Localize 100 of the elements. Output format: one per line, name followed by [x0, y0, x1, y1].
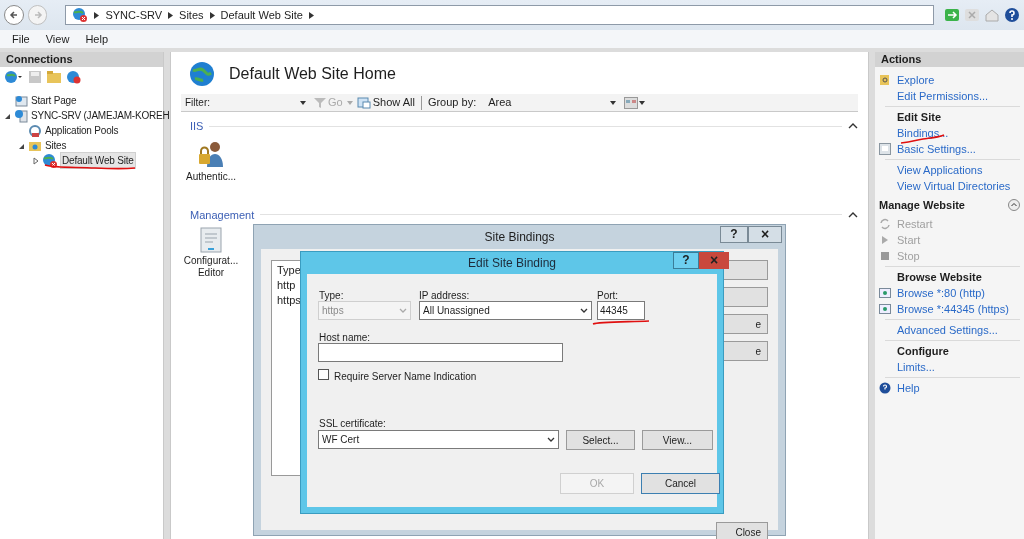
settings-window-icon — [879, 143, 891, 155]
dropdown-chevron-icon — [580, 308, 588, 313]
help-icon[interactable] — [1004, 7, 1020, 23]
group-by-label: Group by: — [427, 95, 477, 111]
browser-window-icon — [879, 303, 891, 315]
folder-icon[interactable] — [46, 70, 62, 84]
action-link[interactable]: View Virtual Directories — [897, 177, 1011, 195]
section-heading: Browse Website — [897, 269, 982, 285]
ssl-certificate-dropdown[interactable]: WF Cert — [318, 430, 559, 449]
dropdown-value: Area — [488, 95, 512, 111]
close-button[interactable]: × — [748, 226, 782, 243]
cancel-button[interactable]: Cancel — [641, 473, 720, 494]
funnel-icon — [314, 97, 326, 108]
dropdown-chevron-icon — [547, 437, 555, 442]
dropdown-arrow-icon — [610, 100, 617, 105]
breadcrumb-arrow-icon — [168, 11, 174, 19]
breadcrumb[interactable]: Default Web Site — [220, 6, 303, 24]
field-label: IP address: — [419, 289, 470, 303]
dropdown-chevron-icon — [399, 308, 407, 313]
tree-item[interactable]: Default Web Site — [60, 152, 136, 169]
back-arrow-icon — [8, 10, 19, 20]
dialog-title: Site Bindings — [484, 229, 555, 246]
server-icon — [14, 108, 28, 123]
dropdown-value: https — [322, 304, 344, 318]
refresh-icon[interactable] — [944, 8, 960, 22]
action-link[interactable]: Limits... — [897, 358, 935, 376]
tree-item[interactable]: SYNC-SRV (JAMEJAM-KOREH — [30, 108, 171, 123]
field-label: Host name: — [319, 331, 371, 345]
grid-view-icon — [624, 96, 639, 109]
connect-globe-icon[interactable] — [4, 70, 24, 84]
underline-mark — [592, 320, 650, 326]
globe-icon — [189, 61, 215, 87]
checkbox-label: Require Server Name Indication — [334, 370, 477, 384]
dropdown-value: All Unassigned — [423, 304, 490, 318]
section-heading: Configure — [897, 343, 949, 359]
field-label: Port: — [597, 289, 619, 303]
feature-item[interactable]: Authentic... — [183, 138, 239, 183]
breadcrumb-arrow-icon — [94, 11, 100, 19]
action-link[interactable]: Explore — [897, 71, 935, 89]
action-link[interactable]: Browse *:44345 (https) — [897, 300, 1009, 318]
collapse-chevron-icon[interactable] — [848, 211, 858, 218]
dropdown-arrow-icon[interactable] — [346, 100, 353, 105]
field-label: Type: — [319, 289, 344, 303]
dropdown-value: WF Cert — [322, 433, 360, 447]
select-button[interactable]: Select... — [566, 430, 635, 450]
port-field[interactable]: 44345 — [597, 301, 645, 320]
forward-arrow-icon — [32, 10, 43, 20]
document-icon — [200, 227, 222, 253]
menu-item[interactable]: File — [12, 30, 30, 48]
section-heading: Edit Site — [897, 109, 941, 125]
menu-item[interactable]: View — [45, 30, 70, 48]
checkbox[interactable] — [318, 369, 329, 380]
group-by-dropdown[interactable]: Area — [480, 95, 617, 110]
help-button[interactable]: ? — [673, 252, 699, 269]
action-link[interactable]: Basic Settings... — [897, 140, 976, 158]
feature-item[interactable]: Configurat... Editor — [183, 227, 239, 279]
breadcrumb[interactable]: Sites — [179, 6, 204, 24]
help-button[interactable]: ? — [720, 226, 748, 243]
field-label: SSL certificate: — [319, 417, 386, 431]
stop-square-icon — [879, 250, 891, 262]
expand-arrow-icon[interactable] — [32, 156, 40, 165]
page-title: Default Web Site Home — [229, 64, 396, 84]
action-link[interactable]: Help — [897, 379, 920, 397]
dropdown-arrow-icon — [639, 100, 646, 105]
collapse-chevron-icon[interactable] — [848, 123, 858, 130]
host-name-field[interactable] — [318, 343, 563, 362]
tree-item[interactable]: Start Page — [30, 93, 78, 108]
tree-item[interactable]: Sites — [44, 138, 68, 153]
group-heading: IIS — [189, 119, 204, 134]
column-header: Type — [277, 263, 302, 278]
folder-search-icon — [879, 74, 891, 86]
action-link[interactable]: Advanced Settings... — [897, 321, 998, 339]
breadcrumb-arrow-icon — [209, 11, 215, 19]
breadcrumb-arrow-icon — [308, 11, 314, 19]
show-all-button[interactable]: Show All — [356, 94, 415, 111]
dropdown-arrow-icon — [300, 100, 306, 105]
stop-icon[interactable] — [964, 8, 980, 22]
menu-item[interactable]: Help — [85, 30, 108, 48]
tree-item[interactable]: Application Pools — [44, 123, 120, 138]
breadcrumb[interactable]: SYNC-SRV — [105, 6, 163, 24]
panel-header: Actions — [875, 52, 1024, 67]
group-heading: Management — [189, 207, 255, 223]
address-bar[interactable]: SYNC-SRV Sites Default Web Site — [65, 5, 934, 25]
view-toggle-button[interactable] — [624, 96, 646, 109]
dialog-button[interactable]: Close — [716, 522, 768, 539]
filter-label: Filter: — [185, 96, 210, 110]
view-button[interactable]: View... — [642, 430, 713, 450]
globe-error-icon — [72, 7, 89, 23]
dialog-title: Edit Site Binding — [467, 255, 557, 272]
back-button[interactable] — [4, 5, 24, 25]
help-icon — [879, 382, 891, 394]
ip-address-dropdown[interactable]: All Unassigned — [419, 301, 592, 320]
action-link[interactable]: Bindings... — [897, 124, 949, 142]
app-pools-icon — [28, 123, 42, 138]
panel-header: Connections — [0, 52, 163, 67]
action-link[interactable]: Edit Permissions... — [897, 87, 989, 105]
globe-remove-icon[interactable] — [66, 70, 82, 84]
action-link[interactable]: View Applications — [897, 161, 983, 179]
action-link[interactable]: Browse *:80 (http) — [897, 284, 986, 302]
globe-error-icon — [42, 152, 58, 169]
